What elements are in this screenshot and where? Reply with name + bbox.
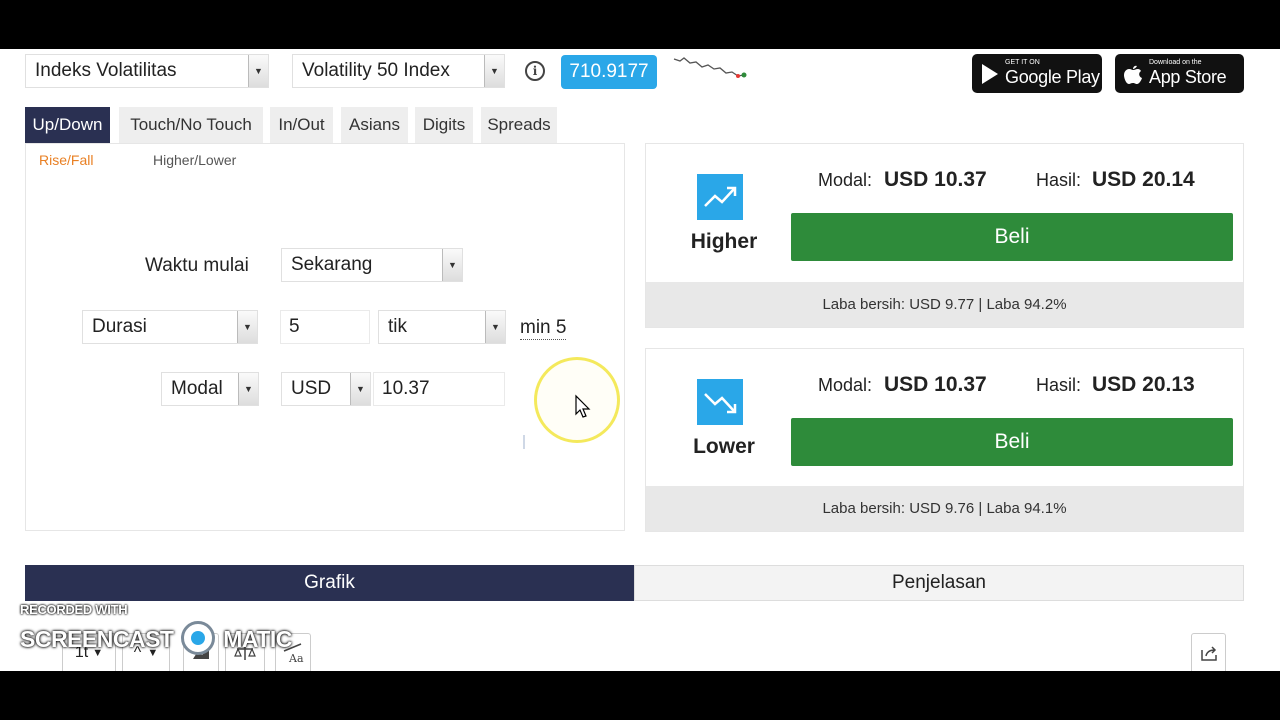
subtab-higher-lower[interactable]: Higher/Lower [153, 152, 236, 168]
duration-unit-select[interactable]: tik ▼ [378, 310, 506, 344]
tab-asians[interactable]: Asians [341, 107, 408, 143]
amount-type-select[interactable]: Modal ▼ [161, 372, 259, 406]
amount-type-value: Modal [171, 378, 223, 399]
info-icon[interactable]: i [525, 61, 545, 81]
share-button[interactable] [1191, 633, 1226, 671]
fall-icon [697, 379, 743, 425]
google-play-button[interactable]: GET IT ON Google Play [972, 54, 1102, 93]
tab-spreads[interactable]: Spreads [481, 107, 557, 143]
trading-page: Indeks Volatilitas ▼ Volatility 50 Index… [0, 49, 1280, 671]
submarket-select-value: Volatility 50 Index [302, 60, 450, 81]
start-time-label: Waktu mulai [145, 255, 249, 276]
google-play-small: GET IT ON [1005, 59, 1040, 66]
duration-type-value: Durasi [92, 316, 147, 337]
market-select-value: Indeks Volatilitas [35, 60, 177, 81]
chevron-down-icon: ▼ [350, 373, 370, 405]
profit-info-lower: Laba bersih: USD 9.76 | Laba 94.1% [646, 486, 1243, 531]
chevron-down-icon: ▼ [484, 55, 504, 87]
payout-label: Hasil: [1036, 170, 1082, 190]
market-select[interactable]: Indeks Volatilitas ▼ [25, 54, 269, 88]
google-play-big: Google Play [1005, 67, 1100, 87]
payout-label: Hasil: [1036, 375, 1082, 395]
watermark-screencast: SCREENCAST MATIC [20, 621, 292, 658]
stake-label: Modal: [818, 170, 873, 190]
rise-icon [697, 174, 743, 220]
stake-value: USD 10.37 [884, 373, 987, 396]
apple-icon [1124, 65, 1142, 84]
sparkline-low-dot [736, 74, 740, 78]
buy-lower-button[interactable]: Beli [791, 418, 1233, 466]
mouse-pointer-icon [575, 394, 591, 418]
screencast-logo-icon [181, 621, 216, 655]
tab-in-out[interactable]: In/Out [270, 107, 333, 143]
tab-penjelasan[interactable]: Penjelasan [634, 565, 1244, 601]
start-time-select[interactable]: Sekarang ▼ [281, 248, 463, 282]
currency-select[interactable]: USD ▼ [281, 372, 371, 406]
text-cursor [523, 435, 525, 449]
spot-price-badge: 710.9177 [561, 55, 657, 89]
contract-card-higher: Higher Modal: USD 10.37 Hasil: USD 20.14… [645, 143, 1244, 328]
stake-label: Modal: [818, 375, 873, 395]
app-store-button[interactable]: Download on the App Store [1115, 54, 1244, 93]
payout-value: USD 20.14 [1092, 168, 1195, 191]
profit-info-higher: Laba bersih: USD 9.77 | Laba 94.2% [646, 282, 1243, 327]
currency-value: USD [291, 378, 332, 399]
google-play-icon [982, 63, 998, 84]
stake-value: USD 10.37 [884, 168, 987, 191]
subtab-rise-fall[interactable]: Rise/Fall [39, 152, 93, 168]
chevron-down-icon: ▼ [442, 249, 462, 281]
watermark-text-a: SCREENCAST [20, 626, 174, 653]
tab-touch-no-touch[interactable]: Touch/No Touch [119, 107, 263, 143]
contract-kind-lower: Lower [693, 435, 755, 458]
contract-card-lower: Lower Modal: USD 10.37 Hasil: USD 20.13 … [645, 348, 1244, 532]
sparkline-chart [673, 57, 747, 78]
tab-grafik[interactable]: Grafik [25, 565, 634, 601]
app-store-small: Download on the [1149, 59, 1202, 66]
trade-form-panel: Rise/Fall Higher/Lower Waktu mulai Sekar… [25, 143, 625, 531]
payout-value: USD 20.13 [1092, 373, 1195, 396]
amount-input[interactable]: 10.37 [373, 372, 505, 406]
sparkline-line [673, 57, 745, 77]
watermark-text-b: MATIC [223, 626, 292, 653]
chevron-down-icon: ▼ [238, 373, 258, 405]
duration-unit-value: tik [388, 316, 407, 337]
submarket-select[interactable]: Volatility 50 Index ▼ [292, 54, 505, 88]
chevron-down-icon: ▼ [248, 55, 268, 87]
app-store-big: App Store [1149, 67, 1227, 87]
sparkline-end-dot [741, 72, 747, 78]
duration-min-hint: min 5 [520, 317, 567, 340]
chevron-down-icon: ▼ [485, 311, 505, 343]
buy-higher-button[interactable]: Beli [791, 213, 1233, 261]
tab-digits[interactable]: Digits [415, 107, 473, 143]
duration-input[interactable]: 5 [280, 310, 370, 344]
watermark-recorded-with: RECORDED WITH [20, 602, 128, 617]
share-icon [1200, 645, 1217, 661]
chevron-down-icon: ▼ [237, 311, 257, 343]
tab-up-down[interactable]: Up/Down [25, 107, 110, 143]
contract-kind-higher: Higher [690, 230, 758, 253]
duration-type-select[interactable]: Durasi ▼ [82, 310, 258, 344]
start-time-value: Sekarang [291, 254, 373, 275]
